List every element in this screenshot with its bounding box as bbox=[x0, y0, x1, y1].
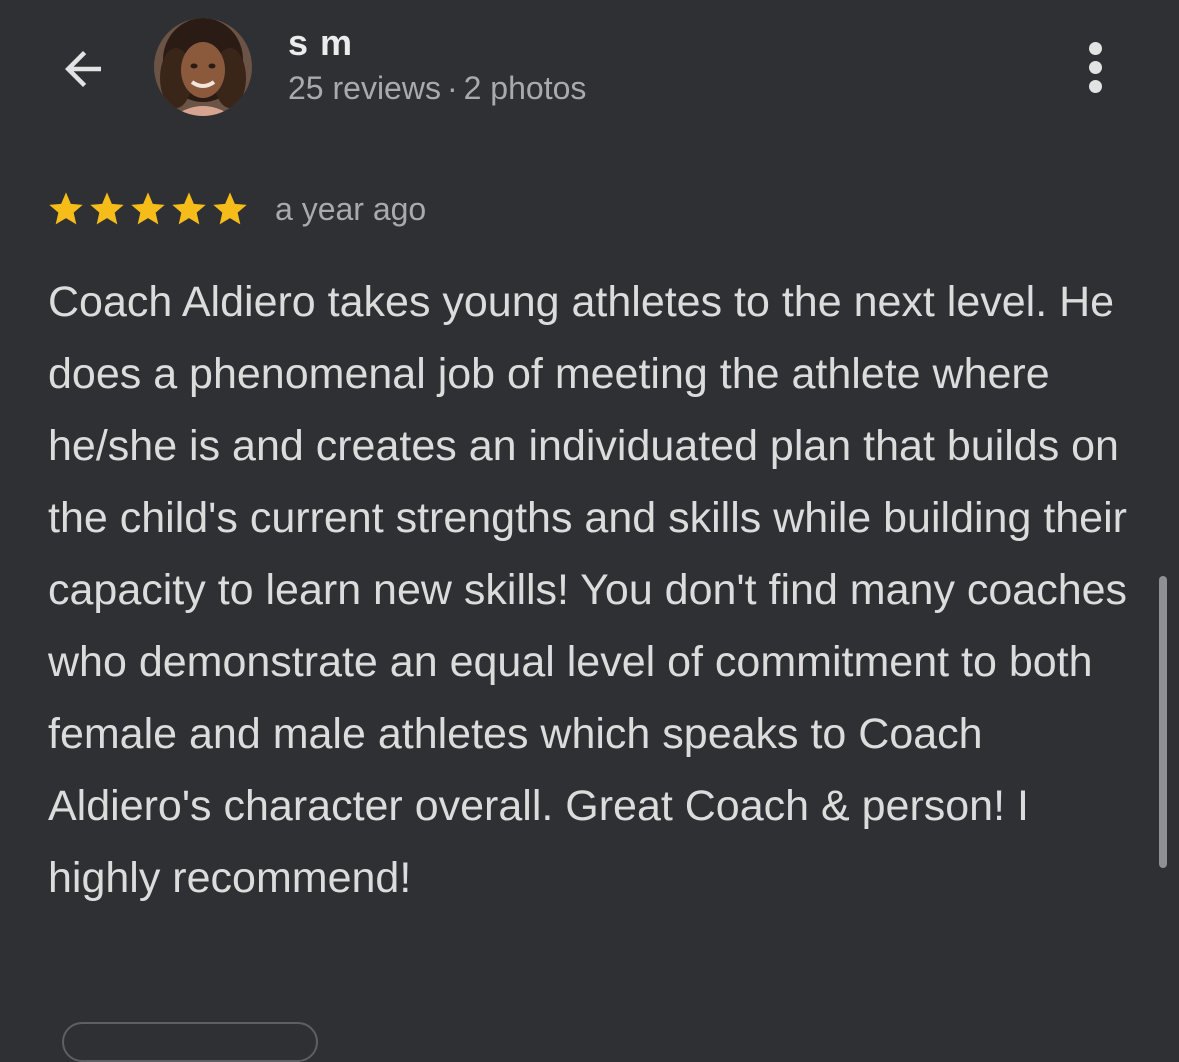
meta-separator: · bbox=[446, 70, 458, 106]
star-icon bbox=[49, 192, 83, 225]
reaction-chip[interactable] bbox=[62, 1022, 318, 1062]
avatar[interactable] bbox=[154, 18, 252, 116]
scrollbar[interactable] bbox=[1159, 576, 1167, 868]
star-rating bbox=[46, 189, 250, 229]
review-text: Coach Aldiero takes young athletes to th… bbox=[48, 278, 1128, 902]
more-vertical-icon-dot bbox=[1088, 79, 1102, 93]
review-header: s m 25 reviews · 2 photos bbox=[0, 0, 1179, 140]
back-button[interactable] bbox=[52, 38, 114, 100]
star-icon bbox=[131, 192, 165, 225]
star-icon bbox=[172, 192, 206, 225]
arrow-left-icon bbox=[65, 51, 101, 87]
photo-count: 2 photos bbox=[463, 70, 587, 106]
reviewer-name[interactable]: s m bbox=[288, 22, 353, 64]
star-icon bbox=[213, 192, 247, 225]
review-count: 25 reviews bbox=[288, 70, 441, 106]
reviewer-stats: 25 reviews · 2 photos bbox=[288, 70, 586, 107]
more-options-button[interactable] bbox=[1072, 36, 1118, 98]
avatar-image bbox=[154, 18, 252, 116]
rating-row: a year ago bbox=[46, 186, 426, 232]
star-icon bbox=[90, 192, 124, 225]
review-time: a year ago bbox=[275, 190, 427, 227]
more-vertical-icon-dot bbox=[1088, 60, 1102, 74]
more-vertical-icon-dot bbox=[1088, 41, 1102, 55]
